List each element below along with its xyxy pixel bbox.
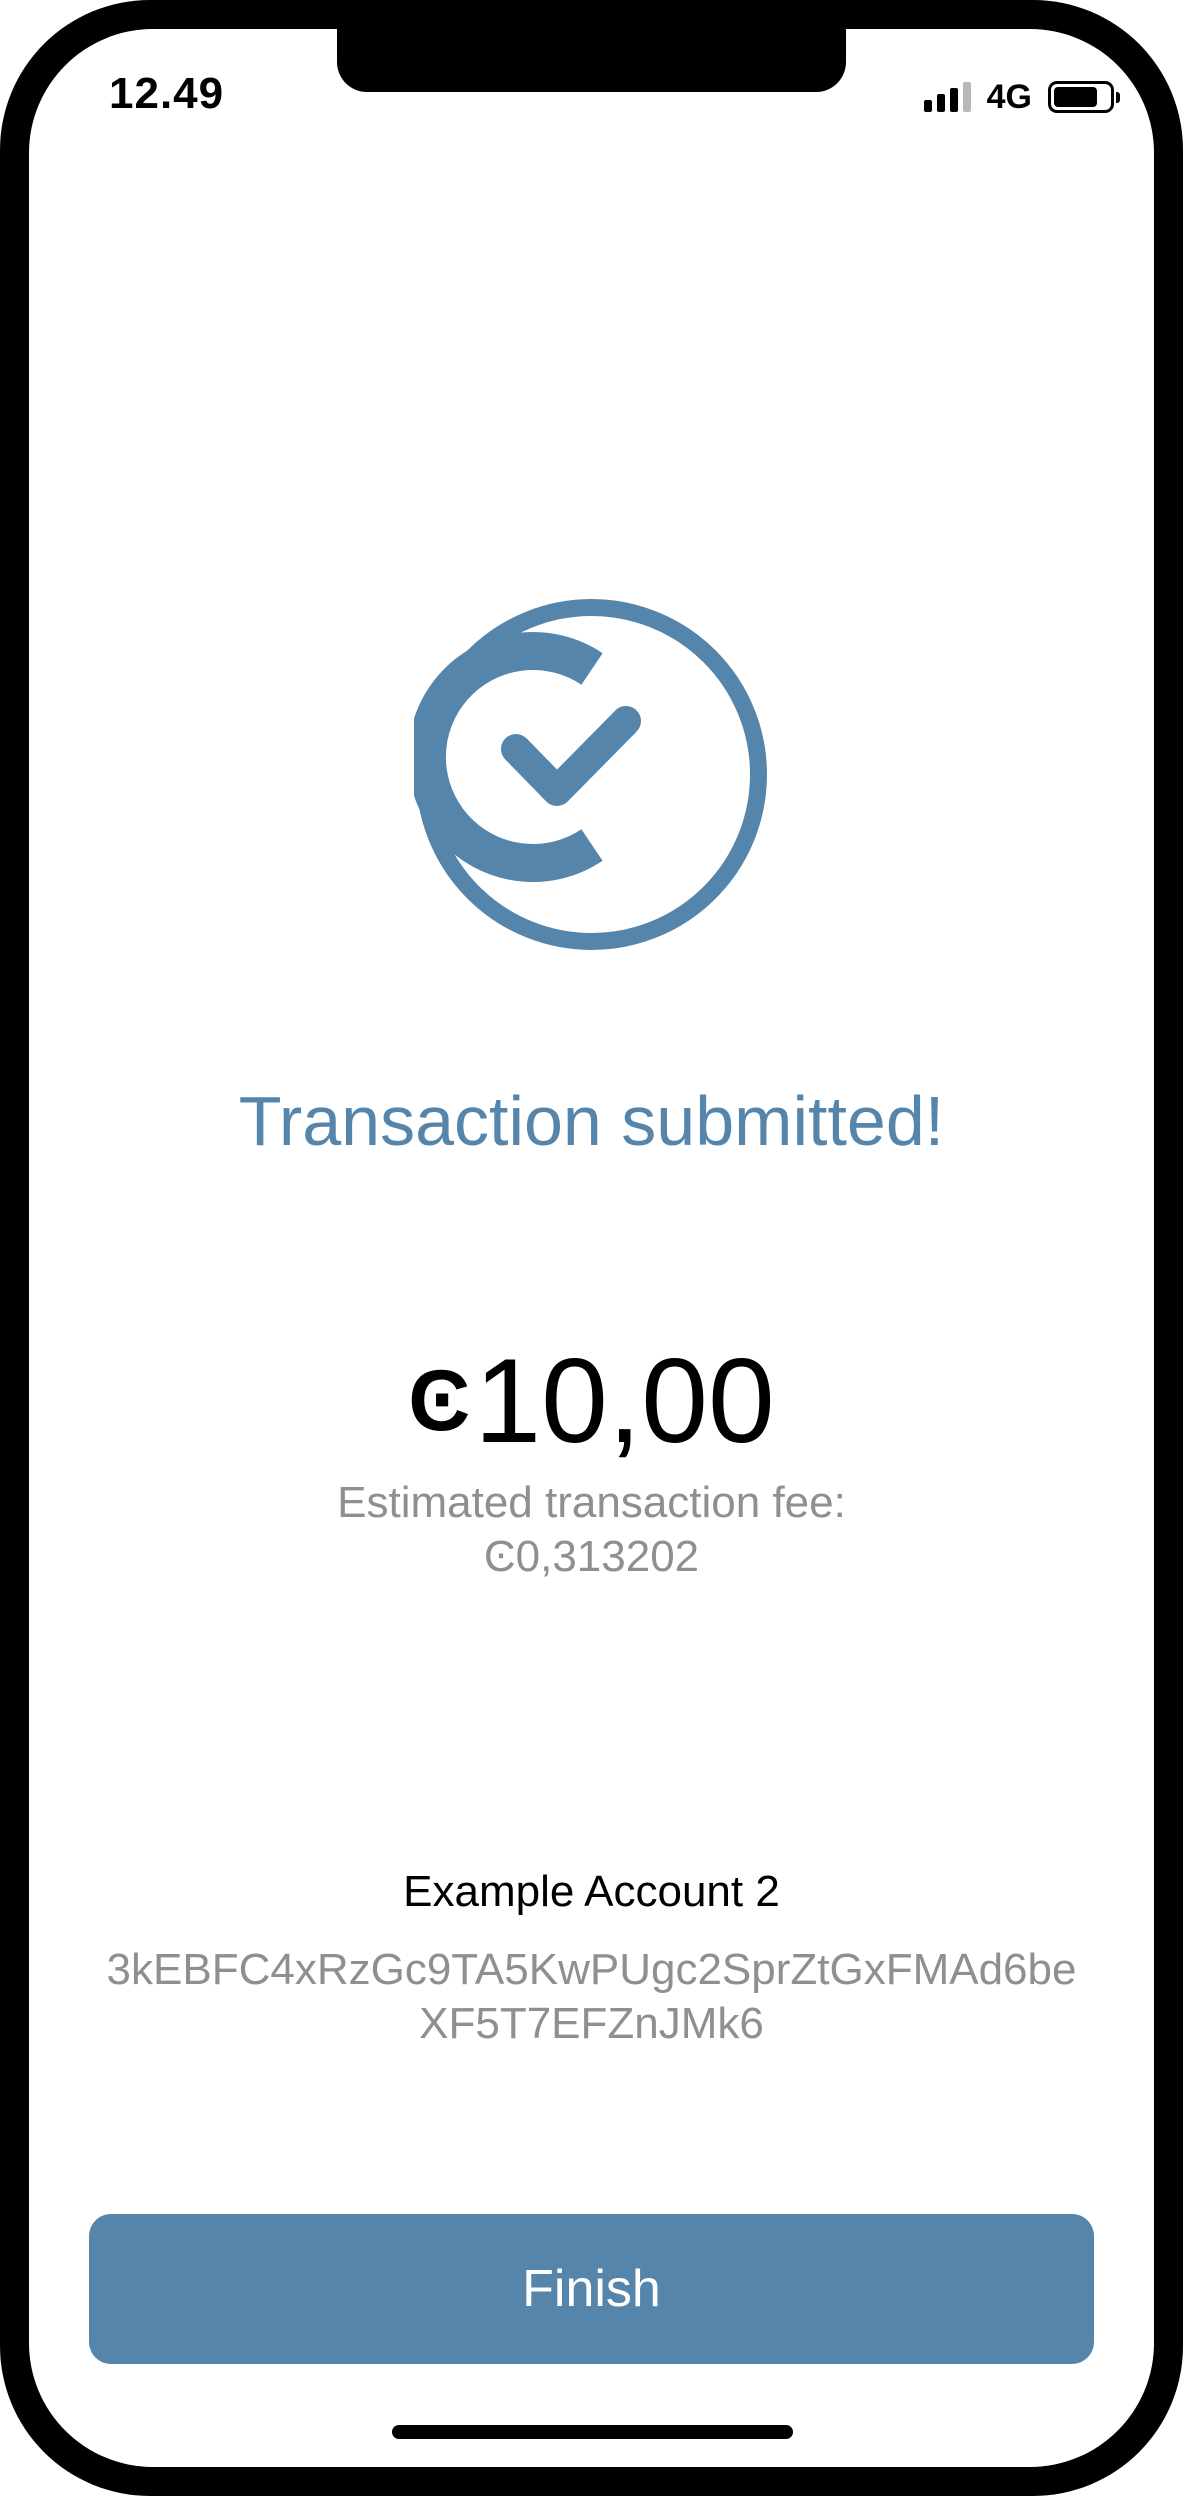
battery-icon (1048, 81, 1120, 113)
recipient-address-line: 3kEBFC4xRzGc9TA5KwPUgc2SprZtGxFMAd6be (106, 1945, 1077, 1994)
recipient-name: Example Account 2 (403, 1867, 780, 1916)
check-circle-icon (414, 599, 767, 950)
app-screen: 12.49 4G Transaction submitted! Ͼ10,00 E… (29, 29, 1154, 2467)
amount-value: 10,00 (474, 1334, 775, 1468)
device-notch (337, 29, 846, 92)
phone-frame: 12.49 4G Transaction submitted! Ͼ10,00 E… (0, 0, 1183, 2496)
cellular-signal-icon (923, 82, 971, 112)
currency-symbol: Ͼ (408, 1353, 471, 1449)
finish-button[interactable]: Finish (89, 2214, 1094, 2364)
transaction-amount: Ͼ10,00 (29, 1341, 1154, 1461)
recipient-address: 3kEBFC4xRzGc9TA5KwPUgc2SprZtGxFMAd6be XF… (89, 1943, 1094, 2051)
confirmation-title: Transaction submitted! (238, 1082, 945, 1160)
fee-value: Ͼ0,313202 (483, 1532, 700, 1581)
fee-label: Estimated transaction fee: (337, 1478, 846, 1527)
battery-level-fill (1054, 87, 1097, 107)
transaction-fee: Estimated transaction fee: Ͼ0,313202 (29, 1476, 1154, 1584)
recipient-address-line: XF5T7EFZnJMk6 (419, 1999, 764, 2048)
status-indicators: 4G (923, 77, 1120, 117)
status-time: 12.49 (109, 69, 225, 118)
network-type-label: 4G (986, 77, 1032, 116)
home-indicator[interactable] (392, 2425, 793, 2439)
